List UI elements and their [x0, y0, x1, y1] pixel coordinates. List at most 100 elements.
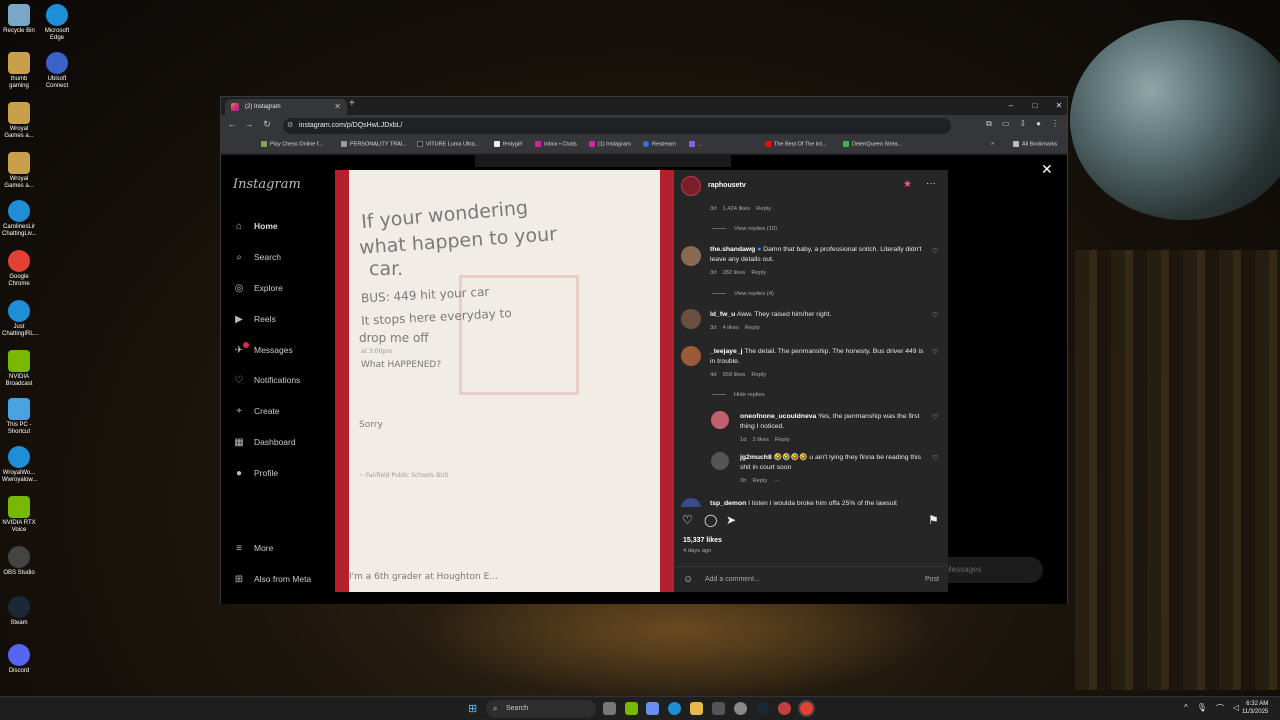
desktop-icon-edge[interactable]: Microsoft Edge	[40, 4, 74, 42]
back-icon[interactable]: ←	[226, 119, 238, 129]
like-icon[interactable]: ♡	[682, 513, 693, 527]
desktop-icon-wroyalwo[interactable]: WroyalWo... Wwroyalow...	[2, 446, 37, 484]
comment-input[interactable]: Add a comment...	[705, 576, 760, 583]
bookmark-restream[interactable]: Restream	[643, 141, 676, 147]
view-replies-link[interactable]: View replies (4)	[712, 291, 774, 297]
nav-explore[interactable]: ◎ Explore	[233, 283, 283, 294]
nav-also-from-meta[interactable]: ⊞ Also from Meta	[233, 574, 311, 585]
reply-link[interactable]: Reply	[751, 270, 766, 276]
commenter-avatar[interactable]	[711, 411, 729, 429]
reply-link[interactable]: Reply	[745, 325, 760, 331]
view-replies-link[interactable]: View replies (10)	[712, 226, 777, 232]
nav-search[interactable]: ⌕ Search	[233, 252, 281, 263]
bookmark-viture[interactable]: VITURE Luma Ultra...	[417, 141, 479, 147]
minimize-button[interactable]: –	[999, 97, 1023, 115]
close-tab-icon[interactable]: ✕	[334, 99, 341, 115]
steam-icon[interactable]	[756, 702, 769, 715]
instagram-logo[interactable]: Instagram	[233, 177, 301, 192]
nav-create[interactable]: + Create	[233, 406, 279, 417]
bookmark-purple[interactable]: ...	[689, 141, 703, 147]
maximize-button[interactable]: □	[1023, 97, 1047, 115]
new-tab-button[interactable]: +	[349, 98, 355, 109]
forward-icon[interactable]: →	[243, 119, 255, 129]
desktop-icon-obs[interactable]: OBS Studio	[2, 546, 36, 577]
desktop-icon-this-pc[interactable]: This PC - Shortcut	[2, 398, 36, 436]
nav-dashboard[interactable]: ▦ Dashboard	[233, 437, 295, 448]
extensions-icon[interactable]: ⧉	[986, 119, 992, 129]
bookmark-inbox[interactable]: Inbox • Chats	[535, 141, 577, 147]
desktop-icon-nvidia-broadcast[interactable]: NVIDIA Broadcast	[2, 350, 36, 388]
more-options-icon[interactable]: ···	[773, 478, 779, 484]
save-icon[interactable]: ⚑	[928, 513, 939, 527]
address-bar[interactable]: ⚙ instagram.com/p/DQsHwLJDxbL/	[283, 118, 951, 134]
windows-start-icon[interactable]: ⊞	[468, 702, 477, 715]
nav-more[interactable]: ≡ More	[233, 543, 273, 554]
like-count[interactable]: 15,337 likes	[683, 537, 722, 544]
nav-profile[interactable]: ● Profile	[233, 468, 278, 479]
chrome-icon[interactable]	[800, 702, 813, 715]
nvidia-icon[interactable]	[625, 702, 638, 715]
desktop-icon-recycle-bin[interactable]: Recycle Bin	[2, 4, 36, 35]
desktop-icon-thumb-gaming[interactable]: thumb gaming	[2, 52, 36, 90]
poster-avatar[interactable]	[681, 176, 701, 196]
desktop-icon-carolines[interactable]: CarolinesLir ChattingLiv...	[2, 200, 37, 238]
app-icon[interactable]	[778, 702, 791, 715]
bookmark-personality[interactable]: PERSONALITY TRAI...	[341, 141, 407, 147]
site-info-icon[interactable]: ⚙	[287, 118, 293, 134]
reply-link[interactable]: Reply	[752, 478, 767, 484]
volume-icon[interactable]: ◁	[1233, 703, 1239, 714]
chevron-up-icon[interactable]: ^	[1184, 703, 1188, 714]
clock[interactable]: 6:32 AM 11/3/2025	[1242, 700, 1268, 716]
store-icon[interactable]	[712, 702, 725, 715]
desktop-icon-wroyal-2[interactable]: Wroyal Games a...	[2, 152, 36, 190]
task-view-icon[interactable]	[603, 702, 616, 715]
downloads-icon[interactable]: ⇩	[1019, 119, 1026, 129]
reply-link[interactable]: Reply	[775, 437, 790, 443]
desktop-icon-discord[interactable]: Discord	[2, 644, 36, 675]
commenter-avatar[interactable]	[681, 309, 701, 329]
desktop-icon-just-chatting[interactable]: Just ChattingIRL...	[2, 300, 39, 338]
like-comment-icon[interactable]: ♡	[932, 413, 938, 421]
like-comment-icon[interactable]: ♡	[932, 247, 938, 255]
all-bookmarks[interactable]: All Bookmarks	[1013, 141, 1057, 147]
like-comment-icon[interactable]: ♡	[932, 348, 938, 356]
share-icon[interactable]: ➤	[726, 513, 736, 527]
bookmark-delenqueen[interactable]: DelenQueen Strea...	[843, 141, 902, 147]
copilot-icon[interactable]	[646, 702, 659, 715]
hide-replies-link[interactable]: Hide replies	[712, 392, 765, 398]
desktop-icon-rtx-voice[interactable]: NVIDIA RTX Voice	[2, 496, 36, 534]
nav-reels[interactable]: ▶ Reels	[233, 314, 276, 325]
menu-icon[interactable]: ⋮	[1051, 119, 1059, 129]
messages-pill[interactable]: Messages	[933, 557, 1043, 583]
tab-instagram[interactable]: (2) Instagram ✕	[225, 99, 347, 115]
reply-link[interactable]: Reply	[756, 206, 771, 212]
post-comment-button[interactable]: Post	[925, 576, 939, 583]
bookmark-fentygirl[interactable]: fentygirl	[494, 141, 522, 147]
profile-icon[interactable]: ●	[1036, 119, 1041, 129]
comment-icon[interactable]: ◯	[704, 513, 717, 527]
commenter-avatar[interactable]	[681, 498, 701, 507]
desktop-icon-steam[interactable]: Steam	[2, 596, 36, 627]
desktop-icon-chrome[interactable]: Google Chrome	[2, 250, 36, 288]
nav-home[interactable]: ⌂ Home	[233, 221, 278, 232]
nav-notifications[interactable]: ♡ Notifications	[233, 375, 301, 386]
reload-icon[interactable]: ↻	[261, 119, 273, 130]
nav-messages[interactable]: ✈ Messages	[233, 342, 293, 356]
desktop-icon-wroyal-1[interactable]: Wroyal Games a...	[2, 102, 36, 140]
bookmark-chess[interactable]: Play Chess Online f...	[261, 141, 323, 147]
close-window-button[interactable]: ✕	[1047, 97, 1071, 115]
close-modal-icon[interactable]: ✕	[1041, 161, 1053, 178]
more-bookmarks-icon[interactable]: »	[991, 141, 994, 147]
sidebar-icon[interactable]: ▭	[1002, 119, 1010, 129]
commenter-avatar[interactable]	[681, 346, 701, 366]
more-options-icon[interactable]: ···	[926, 178, 936, 189]
reply-link[interactable]: Reply	[751, 372, 766, 378]
like-comment-icon[interactable]: ♡	[932, 311, 938, 319]
like-comment-icon[interactable]: ♡	[932, 454, 938, 462]
bookmark-youtube[interactable]: The Best Of The Int...	[765, 141, 826, 147]
commenter-avatar[interactable]	[681, 246, 701, 266]
poster-username[interactable]: raphousetv	[708, 182, 746, 189]
file-explorer-icon[interactable]	[690, 702, 703, 715]
bookmark-instagram[interactable]: (1) Instagram	[589, 141, 631, 147]
commenter-avatar[interactable]	[711, 452, 729, 470]
